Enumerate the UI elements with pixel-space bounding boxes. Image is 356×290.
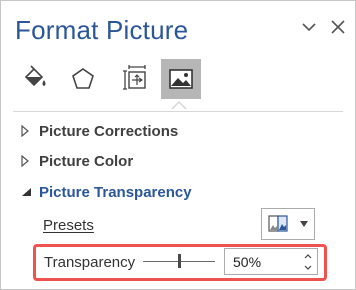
close-icon xyxy=(331,20,345,34)
tab-effects[interactable] xyxy=(63,59,103,99)
transparency-slider[interactable] xyxy=(143,249,215,275)
spin-down-icon[interactable] xyxy=(301,262,315,273)
collapsed-arrow-icon xyxy=(21,124,35,138)
divider xyxy=(13,111,343,112)
transparency-preset-icon xyxy=(262,209,294,239)
format-picture-pane: Format Picture Picture Corrections Pictu… xyxy=(0,0,356,290)
spin-up-icon[interactable] xyxy=(301,251,315,262)
paint-bucket-icon xyxy=(24,65,46,87)
section-label: Picture Transparency xyxy=(39,183,192,201)
chevron-down-icon xyxy=(294,209,314,239)
transparency-value[interactable]: 50% xyxy=(233,254,261,270)
chevron-down-icon xyxy=(302,23,316,32)
presets-dropdown[interactable] xyxy=(261,208,315,240)
pentagon-icon xyxy=(72,68,94,89)
tab-fill-line[interactable] xyxy=(15,59,55,99)
section-picture-color[interactable]: Picture Color xyxy=(21,150,133,172)
close-pane-button[interactable] xyxy=(324,13,352,41)
collapsed-arrow-icon xyxy=(21,154,35,168)
slider-thumb[interactable] xyxy=(178,254,181,268)
presets-label: Presets xyxy=(43,217,94,234)
size-properties-icon xyxy=(123,65,146,90)
section-picture-transparency[interactable]: Picture Transparency xyxy=(21,181,192,203)
transparency-label: Transparency xyxy=(44,254,136,271)
section-picture-corrections[interactable]: Picture Corrections xyxy=(21,120,178,142)
expanded-arrow-icon xyxy=(21,185,35,199)
pane-title: Format Picture xyxy=(15,15,189,45)
section-label: Picture Color xyxy=(39,152,134,170)
picture-icon xyxy=(169,69,193,89)
tab-picture[interactable] xyxy=(161,59,201,99)
section-label: Picture Corrections xyxy=(39,122,179,140)
task-pane-options-button[interactable] xyxy=(295,13,323,41)
category-tabs xyxy=(1,55,355,110)
tab-size-properties[interactable] xyxy=(115,59,155,99)
transparency-spinner[interactable]: 50% xyxy=(224,248,318,275)
